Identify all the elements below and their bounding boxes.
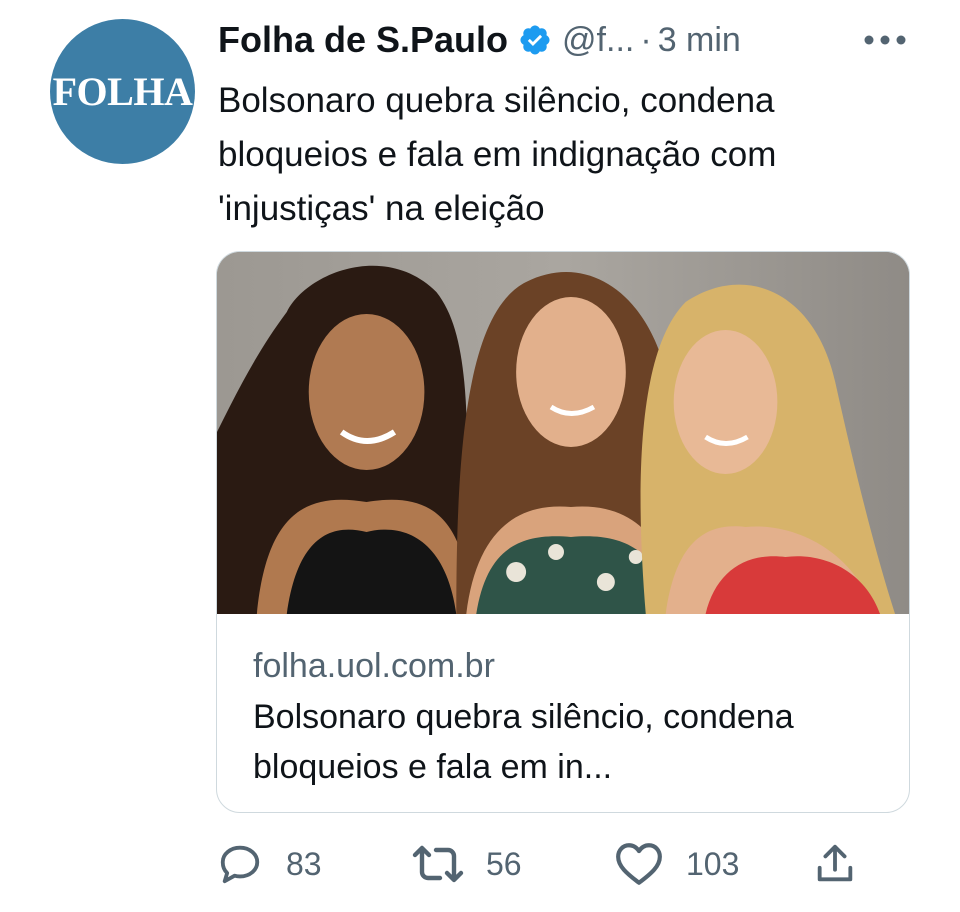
- link-preview-card[interactable]: folha.uol.com.br Bolsonaro quebra silênc…: [216, 251, 910, 813]
- retweet-icon: [412, 842, 464, 886]
- retweet-count: 56: [486, 845, 522, 882]
- author-handle[interactable]: @f...: [562, 21, 634, 60]
- avatar[interactable]: FOLHA: [50, 19, 195, 164]
- like-button[interactable]: 103: [614, 836, 739, 892]
- avatar-logo-text: FOLHA: [52, 69, 193, 114]
- card-domain: folha.uol.com.br: [253, 647, 495, 685]
- verified-badge-icon: [518, 23, 552, 57]
- share-icon: [812, 840, 858, 888]
- reply-button[interactable]: 83: [216, 836, 322, 892]
- retweet-button[interactable]: 56: [412, 836, 522, 892]
- tweet-text: Bolsonaro quebra silêncio, condena bloqu…: [218, 81, 777, 228]
- card-title: Bolsonaro quebra silêncio, condena bloqu…: [253, 698, 794, 786]
- reply-count: 83: [286, 845, 322, 882]
- like-count: 103: [686, 845, 740, 882]
- reply-icon: [216, 841, 264, 887]
- author-name[interactable]: Folha de S.Paulo: [218, 19, 508, 61]
- card-image: [217, 252, 909, 614]
- tweet-timestamp[interactable]: 3 min: [658, 21, 741, 60]
- separator-dot: ·: [640, 20, 652, 59]
- action-bar: 83 56 103: [216, 836, 916, 892]
- more-horizontal-icon[interactable]: [858, 14, 912, 66]
- heart-icon: [614, 841, 664, 887]
- share-button[interactable]: [812, 836, 858, 892]
- tweet-header: Folha de S.Paulo @f... · 3 min: [218, 14, 918, 66]
- card-meta: folha.uol.com.br Bolsonaro quebra silênc…: [217, 614, 909, 792]
